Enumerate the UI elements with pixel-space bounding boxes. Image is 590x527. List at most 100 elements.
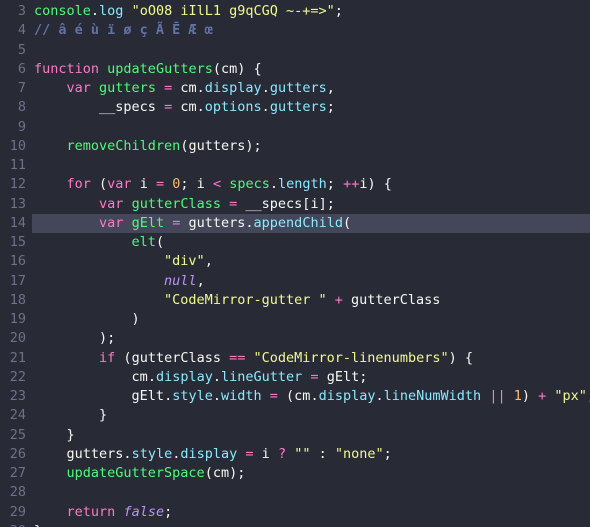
code-line[interactable]: 24 } xyxy=(0,406,590,425)
code-line-text[interactable]: var gElt = gutters.appendChild( xyxy=(32,213,590,233)
code-line[interactable]: 4// â é ù ï ø ç Ã Ē Æ œ xyxy=(0,21,590,40)
code-line[interactable]: 6 function updateGutters(cm) { xyxy=(0,60,590,79)
code-line[interactable]: 15 elt( xyxy=(0,233,590,252)
line-number[interactable]: 17 xyxy=(0,272,32,291)
line-number[interactable]: 3 xyxy=(0,2,32,21)
line-number[interactable]: 28 xyxy=(0,483,32,502)
line-number[interactable]: 7 xyxy=(0,79,32,98)
code-token: gutterClass xyxy=(351,291,441,308)
code-line[interactable]: 5 xyxy=(0,41,590,60)
line-number[interactable]: 14 xyxy=(0,214,32,233)
code-line-text[interactable]: } xyxy=(32,522,590,527)
code-line[interactable]: 21 if (gutterClass == "CodeMirror-linenu… xyxy=(0,349,590,368)
code-line-text[interactable]: ) xyxy=(32,310,590,329)
code-line[interactable]: 18 "CodeMirror-gutter " + gutterClass xyxy=(0,291,590,310)
line-number[interactable]: 16 xyxy=(0,252,32,271)
code-line-active[interactable]: 14 var gElt = gutters.appendChild( xyxy=(0,213,590,233)
line-number[interactable]: 9 xyxy=(0,118,32,137)
code-line-text[interactable]: function updateGutters(cm) { xyxy=(32,60,590,79)
code-line-text[interactable]: } xyxy=(32,406,590,425)
code-line-text[interactable]: for (var i = 0; i < specs.length; ++i) { xyxy=(32,175,590,194)
code-line-text[interactable]: removeChildren(gutters); xyxy=(32,137,590,156)
code-lines-container[interactable]: 3 console.log "oO08 iIlL1 g9qCGQ ~-+=>"; 4… xyxy=(0,2,590,527)
code-line-text[interactable]: cm.display.lineGutter = gElt; xyxy=(32,368,590,387)
code-line-text[interactable]: } xyxy=(32,426,590,445)
code-line[interactable]: 8 __specs = cm.options.gutters; xyxy=(0,98,590,117)
code-line-text[interactable]: "div", xyxy=(32,252,590,271)
line-number[interactable]: 22 xyxy=(0,368,32,387)
code-line[interactable]: 22 cm.display.lineGutter = gElt; xyxy=(0,368,590,387)
line-number[interactable]: 6 xyxy=(0,60,32,79)
code-line[interactable]: 27 updateGutterSpace(cm); xyxy=(0,464,590,483)
line-number[interactable]: 25 xyxy=(0,426,32,445)
code-line[interactable]: 23 gElt.style.width = (cm.display.lineNu… xyxy=(0,387,590,406)
code-line[interactable]: 29 return false; xyxy=(0,503,590,522)
code-line-text[interactable]: elt( xyxy=(32,233,590,252)
code-line[interactable]: 17 null, xyxy=(0,272,590,291)
code-line[interactable]: 11 xyxy=(0,156,590,175)
code-line[interactable]: 7 var gutters = cm.display.gutters, xyxy=(0,79,590,98)
code-token: : xyxy=(310,445,335,462)
line-number[interactable]: 13 xyxy=(0,195,32,214)
code-line[interactable]: 30} xyxy=(0,522,590,527)
line-number[interactable]: 5 xyxy=(0,41,32,60)
line-number[interactable]: 24 xyxy=(0,406,32,425)
line-number[interactable]: 10 xyxy=(0,137,32,156)
code-line-text[interactable]: return false; xyxy=(32,503,590,522)
code-line[interactable]: 28 xyxy=(0,483,590,502)
code-line-text[interactable]: gElt.style.width = (cm.display.lineNumWi… xyxy=(32,387,590,406)
line-number[interactable]: 15 xyxy=(0,233,32,252)
code-line-text[interactable] xyxy=(32,483,590,502)
code-line-text[interactable]: ); xyxy=(32,329,590,348)
line-number[interactable]: 8 xyxy=(0,98,32,117)
line-number[interactable]: 29 xyxy=(0,503,32,522)
code-line[interactable]: 3 console.log "oO08 iIlL1 g9qCGQ ~-+=>"; xyxy=(0,2,590,21)
code-line-text[interactable] xyxy=(32,156,590,175)
line-number[interactable]: 18 xyxy=(0,291,32,310)
code-line-text[interactable] xyxy=(32,41,590,60)
code-editor[interactable]: 3 console.log "oO08 iIlL1 g9qCGQ ~-+=>"; 4… xyxy=(0,0,590,527)
line-number[interactable]: 26 xyxy=(0,445,32,464)
code-line[interactable]: 25 } xyxy=(0,426,590,445)
code-line-text[interactable]: gutters.style.display = i ? "" : "none"; xyxy=(32,445,590,464)
code-line-text[interactable]: updateGutterSpace(cm); xyxy=(32,464,590,483)
code-line[interactable]: 19 ) xyxy=(0,310,590,329)
line-number[interactable]: 23 xyxy=(0,387,32,406)
code-line-text[interactable] xyxy=(32,118,590,137)
line-number[interactable]: 20 xyxy=(0,329,32,348)
line-number[interactable]: 21 xyxy=(0,349,32,368)
line-number[interactable]: 19 xyxy=(0,310,32,329)
code-token: } xyxy=(34,426,75,443)
code-line-text[interactable]: var gutterClass = __specs[i]; xyxy=(32,195,590,214)
code-line-text[interactable]: var gutters = cm.display.gutters, xyxy=(32,79,590,98)
code-token: options xyxy=(204,99,262,116)
line-number[interactable]: 11 xyxy=(0,156,32,175)
code-token: "" xyxy=(294,445,311,462)
code-line-text[interactable]: null, xyxy=(32,272,590,291)
code-line[interactable]: 26 gutters.style.display = i ? "" : "non… xyxy=(0,445,590,464)
code-line-text[interactable]: // â é ù ï ø ç Ã Ē Æ œ xyxy=(32,21,590,40)
code-line-text[interactable]: if (gutterClass == "CodeMirror-linenumbe… xyxy=(32,349,590,368)
code-line[interactable]: 10 removeChildren(gutters); xyxy=(0,137,590,156)
code-line[interactable]: 16 "div", xyxy=(0,252,590,271)
code-token: = xyxy=(310,368,319,385)
code-line-text[interactable]: "CodeMirror-gutter " + gutterClass xyxy=(32,291,590,310)
code-line[interactable]: 20 ); xyxy=(0,329,590,348)
line-number[interactable]: 4 xyxy=(0,21,32,40)
code-line-text[interactable]: console.log "oO08 iIlL1 g9qCGQ ~-+=>"; xyxy=(32,2,590,21)
code-line-text[interactable]: __specs = cm.options.gutters; xyxy=(32,98,590,117)
code-token: , xyxy=(204,253,213,270)
code-token: ; xyxy=(326,176,344,193)
line-number[interactable]: 12 xyxy=(0,175,32,194)
line-number[interactable]: 27 xyxy=(0,464,32,483)
code-line[interactable]: 12 for (var i = 0; i < specs.length; ++i… xyxy=(0,175,590,194)
line-number[interactable]: 30 xyxy=(0,522,32,527)
code-line[interactable]: 9 xyxy=(0,118,590,137)
code-line[interactable]: 13 var gutterClass = __specs[i]; xyxy=(0,195,590,214)
